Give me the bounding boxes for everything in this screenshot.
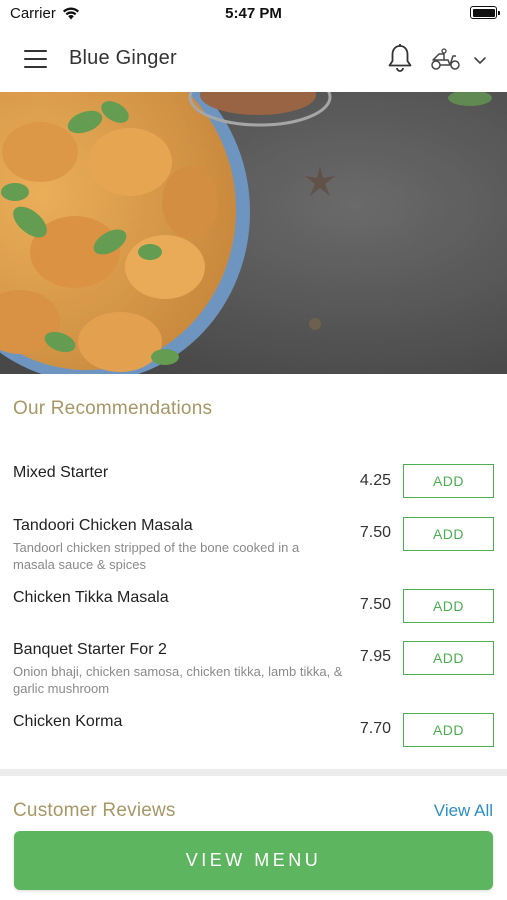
add-button[interactable]: ADD bbox=[403, 641, 494, 675]
add-button[interactable]: ADD bbox=[403, 517, 494, 551]
status-time: 5:47 PM bbox=[225, 5, 282, 22]
item-name: Tandoori Chicken Masala bbox=[13, 517, 193, 534]
reviews-title: Customer Reviews bbox=[13, 800, 176, 821]
item-price: 7.95 bbox=[359, 648, 391, 665]
item-description: Tandoorl chicken stripped of the bone co… bbox=[13, 540, 300, 572]
recommendations-title: Our Recommendations bbox=[13, 398, 213, 419]
battery-icon bbox=[470, 6, 500, 19]
add-button[interactable]: ADD bbox=[403, 713, 494, 747]
add-button[interactable]: ADD bbox=[403, 464, 494, 498]
item-price: 7.70 bbox=[359, 720, 391, 737]
restaurant-title: Blue Ginger bbox=[69, 47, 177, 69]
menu-icon[interactable] bbox=[24, 50, 47, 68]
section-divider bbox=[0, 769, 507, 776]
item-price: 7.50 bbox=[359, 596, 391, 613]
chevron-down-icon[interactable] bbox=[472, 54, 488, 66]
item-price: 4.25 bbox=[359, 472, 391, 489]
item-name: Chicken Tikka Masala bbox=[13, 589, 169, 606]
hero-food-image bbox=[0, 92, 507, 374]
item-name: Chicken Korma bbox=[13, 713, 123, 730]
item-price: 7.50 bbox=[359, 524, 391, 541]
status-bar: Carrier 5:47 PM bbox=[0, 0, 507, 26]
view-all-link[interactable]: View All bbox=[434, 801, 493, 821]
item-description: Onion bhaji, chicken samosa, chicken tik… bbox=[13, 664, 343, 696]
view-menu-button[interactable]: VIEW MENU bbox=[14, 831, 493, 890]
add-button[interactable]: ADD bbox=[403, 589, 494, 623]
item-name: Banquet Starter For 2 bbox=[13, 641, 167, 658]
scooter-icon[interactable] bbox=[430, 46, 462, 72]
food-illustration bbox=[0, 92, 507, 374]
bell-icon[interactable] bbox=[386, 43, 414, 73]
nav-bar: Blue Ginger bbox=[0, 26, 507, 92]
item-name: Mixed Starter bbox=[13, 464, 109, 481]
